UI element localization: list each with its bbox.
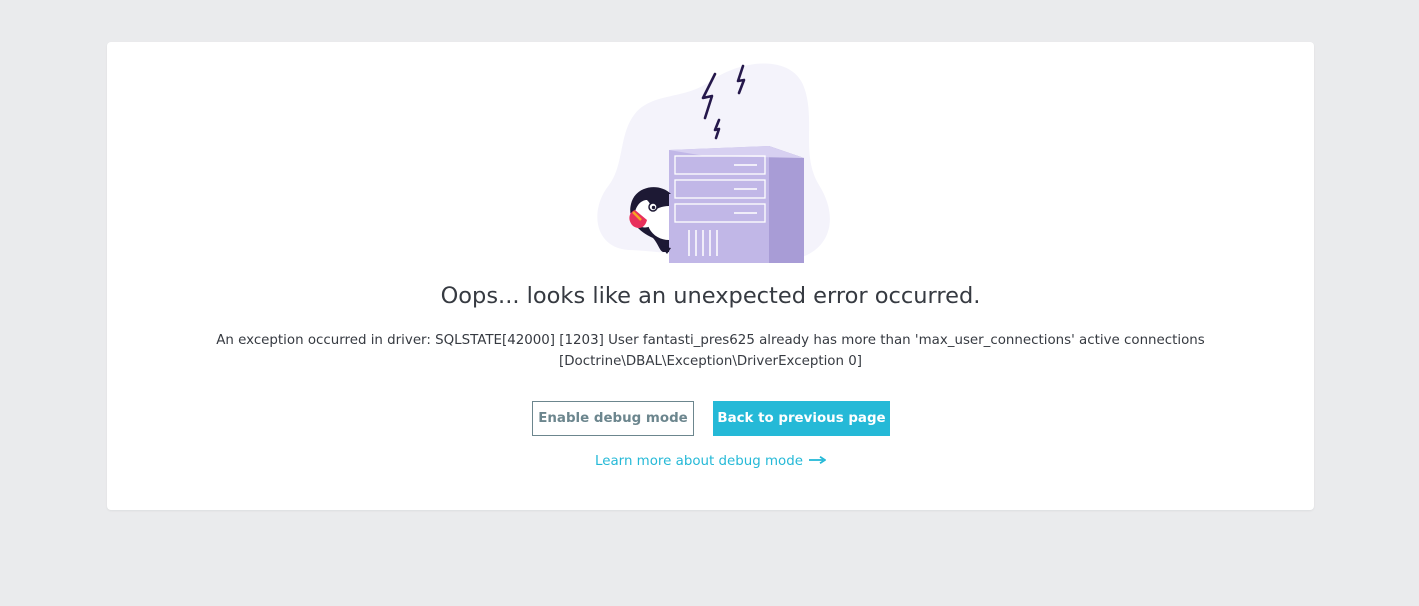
back-to-previous-page-button[interactable]: Back to previous page (713, 401, 890, 436)
error-message: An exception occurred in driver: SQLSTAT… (107, 330, 1314, 372)
error-title: Oops... looks like an unexpected error o… (440, 283, 981, 309)
server-error-illustration (597, 63, 830, 263)
arrow-right-icon (808, 456, 826, 464)
learn-more-debug-link[interactable]: Learn more about debug mode (107, 452, 1314, 472)
server-icon (669, 146, 804, 263)
error-message-line: An exception occurred in driver: SQLSTAT… (216, 333, 1205, 348)
exception-class: [Doctrine\DBAL\Exception\DriverException… (559, 354, 862, 369)
learn-more-label: Learn more about debug mode (595, 454, 803, 469)
error-card: Oops... looks like an unexpected error o… (107, 42, 1314, 510)
enable-debug-mode-button[interactable]: Enable debug mode (532, 401, 694, 436)
